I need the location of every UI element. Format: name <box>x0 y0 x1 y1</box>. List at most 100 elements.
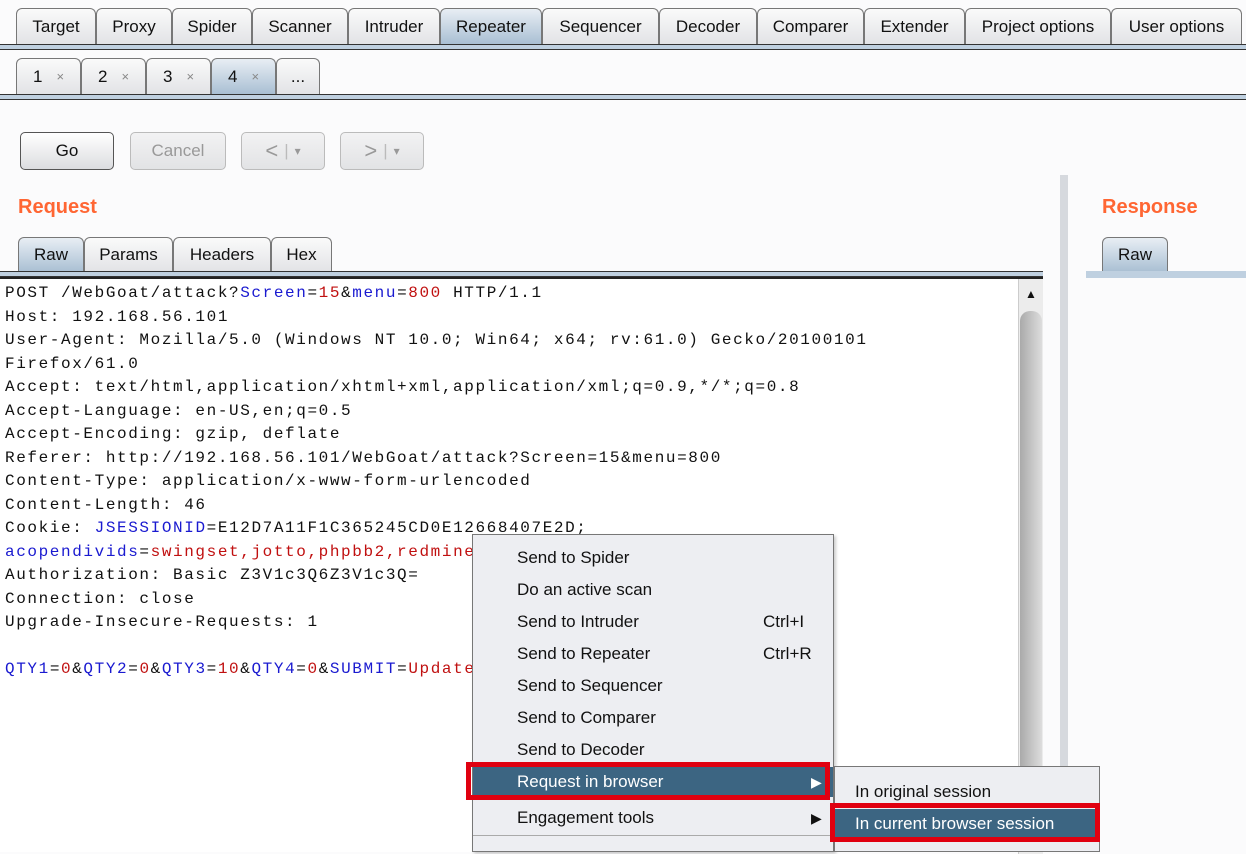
request-token: menu <box>352 284 398 302</box>
close-icon[interactable]: × <box>121 69 129 84</box>
menu-item-send-to-comparer[interactable]: Send to Comparer <box>473 703 833 733</box>
request-token: SUBMIT <box>329 660 398 678</box>
menu-item-label: Send to Spider <box>517 548 630 567</box>
request-token: & <box>72 660 84 678</box>
menu-item-send-to-intruder[interactable]: Send to Intruder Ctrl+I <box>473 607 833 637</box>
repeater-tab-label: 3 <box>162 66 173 86</box>
tab-sequencer[interactable]: Sequencer <box>542 8 659 44</box>
repeater-tab-3[interactable]: 3 × <box>146 58 211 94</box>
repeater-tab-5[interactable]: ... <box>276 58 320 94</box>
repeater-tab-4[interactable]: 4 × <box>211 58 276 94</box>
close-icon[interactable]: × <box>56 69 64 84</box>
cancel-button[interactable]: Cancel <box>130 132 226 170</box>
menu-item-send-to-decoder[interactable]: Send to Decoder <box>473 735 833 765</box>
tab-proxy[interactable]: Proxy <box>96 8 172 44</box>
repeater-tab-label: 4 <box>227 66 238 86</box>
request-tab-headers[interactable]: Headers <box>173 237 271 272</box>
request-token: 15 <box>318 284 342 302</box>
request-token: Screen <box>240 284 308 302</box>
menu-item-engagement-tools[interactable]: Engagement tools ▶ <box>473 803 833 833</box>
request-tab-params[interactable]: Params <box>84 237 173 272</box>
main-tab-bar: Target Proxy Spider Scanner Intruder Repeater… <box>16 8 1246 44</box>
request-token: QTY4 <box>251 660 297 678</box>
back-icon: < <box>265 138 279 163</box>
repeater-tab-label: 1 <box>32 66 43 86</box>
forward-button[interactable]: > | ▾ <box>340 132 424 170</box>
tab-intruder[interactable]: Intruder <box>348 8 440 44</box>
request-token: = <box>307 284 319 302</box>
request-tab-raw[interactable]: Raw <box>18 237 84 272</box>
request-token: QTY3 <box>161 660 207 678</box>
submenu-arrow-icon: ▶ <box>811 809 822 826</box>
tab-comparer[interactable]: Comparer <box>757 8 864 44</box>
go-button[interactable]: Go <box>20 132 114 170</box>
request-token: Content-Type: application/x-www-form-url… <box>5 472 532 490</box>
response-heading: Response <box>1102 196 1198 218</box>
request-token: Accept-Language: en-US,en;q=0.5 <box>5 401 353 420</box>
request-line: Firefox/61.0 <box>5 353 868 377</box>
request-line: User-Agent: Mozilla/5.0 (Windows NT 10.0… <box>5 329 868 353</box>
request-token: = <box>206 660 218 678</box>
tab-extender[interactable]: Extender <box>864 8 965 44</box>
repeater-tab-label: 2 <box>97 66 108 86</box>
request-token: Content-Length: 46 <box>5 495 207 514</box>
request-token: = <box>139 542 151 561</box>
request-line: Host: 192.168.56.101 <box>5 306 868 330</box>
request-token: Firefox/61.0 <box>5 354 140 373</box>
request-token: HTTP/1.1 <box>441 284 543 302</box>
forward-icon: > <box>364 138 378 163</box>
request-token: = <box>206 519 218 537</box>
tab-target[interactable]: Target <box>16 8 96 44</box>
menu-item-label: Send to Comparer <box>517 708 656 727</box>
repeater-tab-bar: 1 × 2 × 3 × 4 ×... <box>16 58 1246 94</box>
dropdown-icon: ▾ <box>294 144 301 158</box>
close-icon[interactable]: × <box>251 69 259 84</box>
request-token: POST /WebGoat/attack? <box>5 284 241 302</box>
menu-separator <box>473 835 833 836</box>
menu-item-label: Send to Intruder <box>517 612 639 631</box>
menu-item-label: Send to Decoder <box>517 740 645 759</box>
tab-project-options[interactable]: Project options <box>965 8 1111 44</box>
request-token: = <box>397 660 409 678</box>
repeater-tab-1[interactable]: 1 × <box>16 58 81 94</box>
tab-divider <box>0 44 1246 50</box>
menu-item-do-an-active-scan[interactable]: Do an active scan <box>473 575 833 605</box>
menu-item-send-to-sequencer[interactable]: Send to Sequencer <box>473 671 833 701</box>
tab-user-options[interactable]: User options <box>1111 8 1242 44</box>
tab-repeater[interactable]: Repeater <box>440 8 542 44</box>
request-token: 800 <box>408 284 442 302</box>
callout-box <box>466 762 830 800</box>
menu-item-send-to-spider[interactable]: Send to Spider <box>473 543 833 573</box>
request-line: POST /WebGoat/attack?Screen=15&menu=800 … <box>5 282 868 306</box>
scroll-thumb[interactable] <box>1020 311 1042 781</box>
request-tab-hex[interactable]: Hex <box>271 237 332 272</box>
request-line: Content-Type: application/x-www-form-url… <box>5 470 868 494</box>
split-pane-divider[interactable] <box>1060 175 1068 852</box>
repeater-tab-label: ... <box>290 66 306 86</box>
request-heading: Request <box>18 196 97 218</box>
request-token: = <box>128 660 140 678</box>
request-token: Cookie: <box>5 519 95 537</box>
request-token: Update <box>408 660 476 678</box>
menu-item-label: Send to Repeater <box>517 644 651 663</box>
close-icon[interactable]: × <box>186 69 194 84</box>
request-token: = <box>397 284 409 302</box>
tab-decoder[interactable]: Decoder <box>659 8 757 44</box>
dropdown-icon: ▾ <box>393 144 400 158</box>
repeater-tab-2[interactable]: 2 × <box>81 58 146 94</box>
request-line: Accept-Language: en-US,en;q=0.5 <box>5 400 868 424</box>
request-token: Authorization: Basic Z3V1c3Q6Z3V1c3Q= <box>5 566 420 584</box>
tab-spider[interactable]: Spider <box>172 8 252 44</box>
menu-shortcut: Ctrl+I <box>763 612 805 631</box>
menu-item-send-to-repeater[interactable]: Send to Repeater Ctrl+R <box>473 639 833 669</box>
menu-item-label: Do an active scan <box>517 580 653 599</box>
tab-scanner[interactable]: Scanner <box>252 8 348 44</box>
back-button[interactable]: < | ▾ <box>241 132 325 170</box>
response-tab-raw[interactable]: Raw <box>1102 237 1168 272</box>
request-token: = <box>49 660 62 678</box>
request-token: 0 <box>139 660 151 678</box>
menu-item-label: Send to Sequencer <box>517 676 663 695</box>
request-token: swingset,jotto,phpbb2,redmine <box>150 542 476 561</box>
request-token: 0 <box>61 660 73 678</box>
scroll-up-icon[interactable]: ▲ <box>1019 279 1043 301</box>
